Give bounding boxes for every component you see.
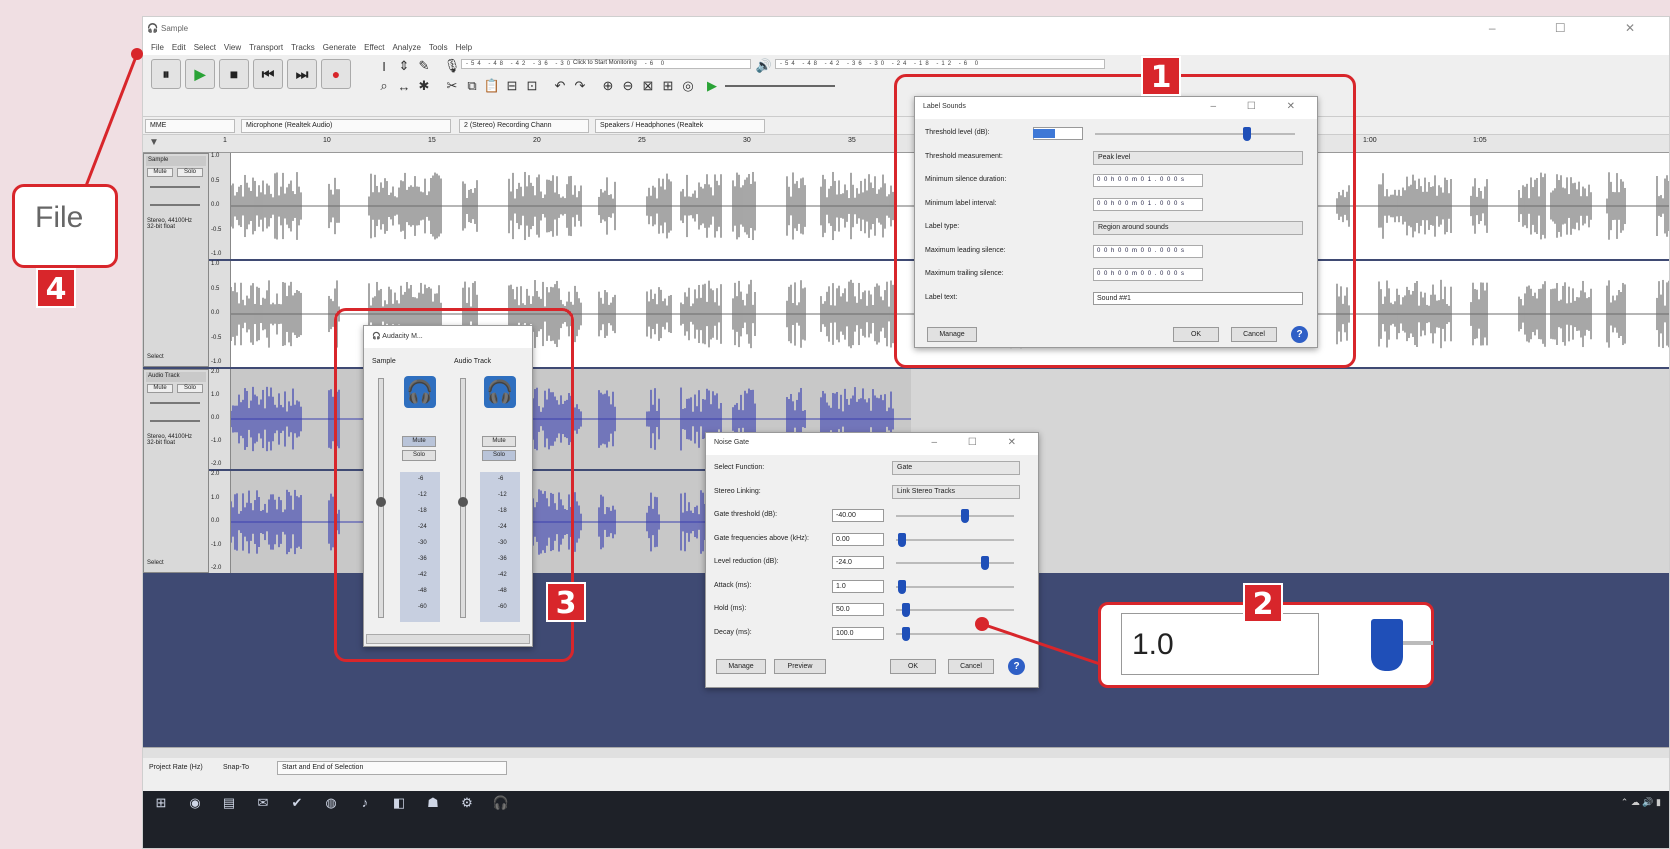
- callout-leader-lines: [84, 48, 1101, 666]
